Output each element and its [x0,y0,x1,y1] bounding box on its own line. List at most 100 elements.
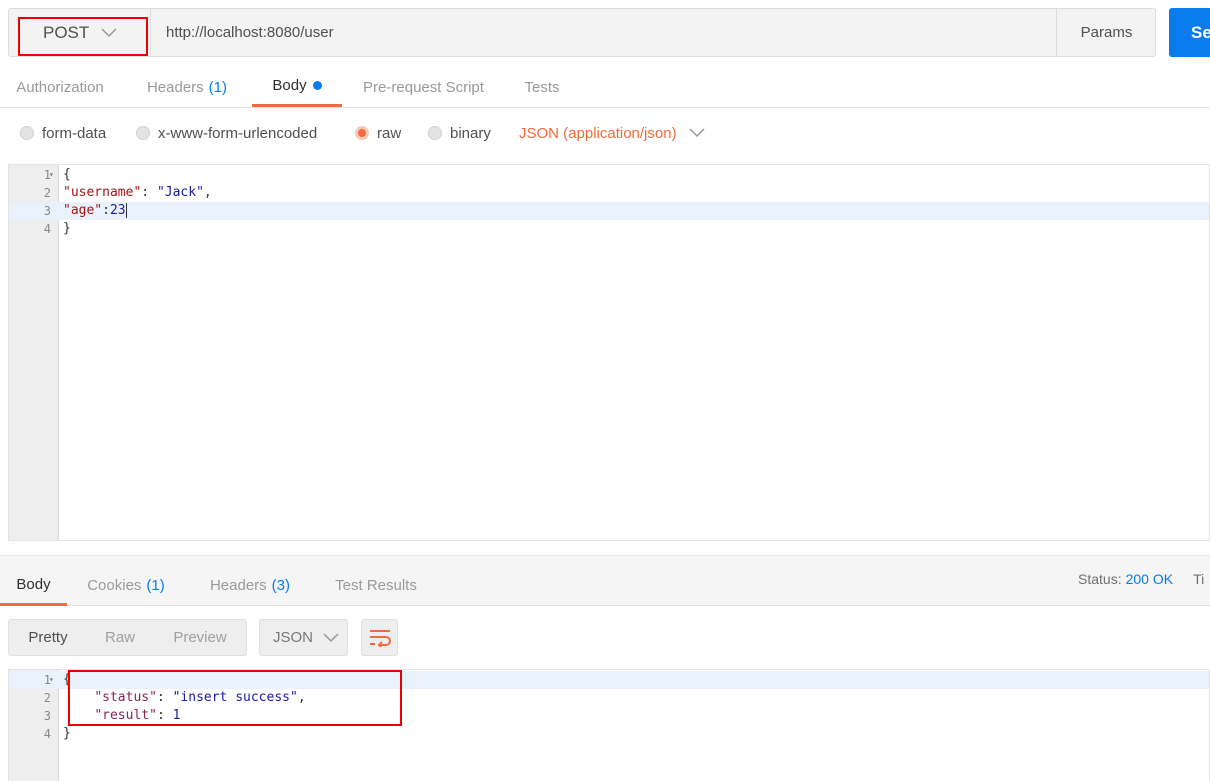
fold-arrow-icon[interactable]: ▾ [49,166,54,184]
modified-dot-icon [312,81,322,90]
tab-response-headers[interactable]: Headers (3) [198,565,302,606]
code-text: "username": "Jack", [63,184,212,202]
json-key: "age" [63,203,103,218]
code-text: { [63,672,71,687]
code-line: 1 ▾ { [9,166,1209,184]
chevron-down-icon [323,632,339,642]
content-type-label: JSON (application/json) [519,124,677,142]
status-label: Status: [1078,571,1122,587]
text-cursor [125,203,127,218]
tab-label: Cookies [87,577,142,594]
json-value: 23 [109,203,126,218]
radio-form-data[interactable]: form-data [20,108,106,158]
json-value: "insert success" [172,690,298,705]
status-code: 200 OK [1125,571,1174,587]
code-line-active: 1 ▾ { [9,671,1209,689]
code-text: "status": "insert success", [63,689,305,707]
chevron-down-icon [101,27,117,37]
json-comma: , [203,185,212,200]
tab-label: Headers [146,78,204,96]
tab-pre-request-script[interactable]: Pre-request Script [352,67,495,107]
line-number: 3 [43,204,51,218]
wrap-lines-button[interactable] [361,619,398,656]
view-label: Pretty [28,629,68,646]
tab-label: Test Results [335,577,417,594]
code-line-active: 3 "age":23 [9,202,1209,220]
tab-tests[interactable]: Tests [512,67,572,107]
code-line: 4 } [9,220,1209,238]
tab-body[interactable]: Body [252,67,342,107]
chevron-down-icon [689,128,705,138]
tab-authorization[interactable]: Authorization [0,67,120,107]
view-mode-group: Pretty Raw Preview [8,619,247,656]
line-number: 1 [43,673,51,687]
radio-x-www-form-urlencoded[interactable]: x-www-form-urlencoded [136,108,317,158]
params-button[interactable]: Params [1056,9,1156,56]
tab-label: Body [272,77,307,94]
radio-icon [136,126,150,140]
json-separator: : [156,708,173,723]
fold-arrow-icon[interactable]: ▾ [49,671,54,689]
radio-icon [20,126,34,140]
request-tabs: Authorization Headers (1) Body Pre-reque… [0,67,1210,108]
json-separator: : [102,203,110,218]
line-number: 4 [43,222,51,236]
json-value: "Jack" [156,185,204,200]
view-pretty-button[interactable]: Pretty [9,620,87,655]
json-key: "result" [94,708,157,723]
content-type-select[interactable]: JSON (application/json) [519,108,705,158]
tab-count: (1) [208,78,228,96]
params-label: Params [1080,24,1133,41]
line-number: 4 [43,727,51,741]
code-line: 3 "result": 1 [9,707,1209,725]
wrap-lines-icon [369,629,391,647]
code-text: "result": 1 [63,707,180,725]
time-label: Ti [1193,571,1205,587]
tab-headers[interactable]: Headers (1) [133,67,241,107]
tab-cookies[interactable]: Cookies (1) [78,565,174,606]
code-text: } [63,726,71,741]
method-label: POST [43,22,90,42]
radio-label: binary [450,124,491,142]
view-label: Preview [173,629,227,646]
line-number: 2 [43,186,51,200]
radio-label: form-data [42,124,107,142]
format-select[interactable]: JSON [259,619,348,656]
response-status: Status: 200 OK Ti [1078,571,1204,587]
url-bar: POST Params [8,8,1156,57]
tab-test-results[interactable]: Test Results [325,565,427,606]
view-raw-button[interactable]: Raw [87,620,153,655]
view-label: Raw [104,629,135,646]
radio-binary[interactable]: binary [428,108,491,158]
tab-label: Authorization [16,78,104,96]
json-key: "status" [94,690,157,705]
radio-icon [428,126,442,140]
format-label: JSON [273,629,314,646]
url-input[interactable] [152,9,1056,56]
tab-label: Pre-request Script [363,78,484,96]
response-tabs: Body Cookies (1) Headers (3) Test Result… [0,565,1210,606]
code-text: "age":23 [63,202,127,220]
radio-label: raw [377,124,402,142]
tab-count: (1) [146,577,165,594]
radio-checked-icon [355,126,369,140]
request-body-editor[interactable]: 1 ▾ { 2 "username": "Jack", 3 "age":23 4… [8,164,1210,541]
code-text: { [63,167,71,182]
radio-raw[interactable]: raw [355,108,401,158]
code-line: 2 "username": "Jack", [9,184,1209,202]
method-select[interactable]: POST [9,9,151,56]
tab-label: Body [16,575,51,593]
json-separator: : [156,690,173,705]
response-body-viewer[interactable]: 1 ▾ { 2 "status": "insert success", 3 "r… [8,669,1210,781]
code-text: } [63,221,71,236]
send-label: Se [1191,22,1210,42]
line-number: 1 [43,168,51,182]
view-preview-button[interactable]: Preview [153,620,247,655]
send-button[interactable]: Se [1169,8,1210,57]
tab-count: (3) [271,577,291,594]
tab-response-body[interactable]: Body [0,565,67,606]
tab-label: Tests [524,78,560,96]
tab-label: Headers [209,577,267,594]
